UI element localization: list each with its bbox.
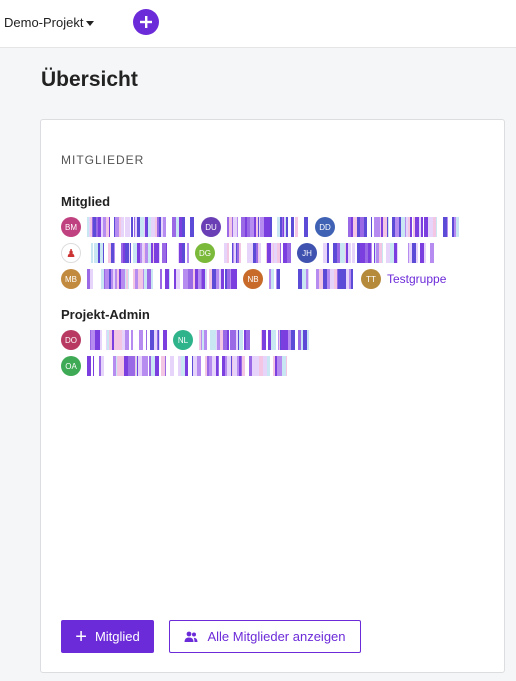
member-row: MB NB TT Testgruppe — [61, 268, 446, 290]
role-title-mitglied: Mitglied — [61, 194, 111, 209]
redacted-name[interactable] — [323, 243, 435, 263]
plus-icon — [140, 16, 152, 28]
avatar: BM — [61, 217, 81, 237]
redacted-name[interactable] — [87, 269, 237, 289]
members-card: MITGLIEDER Mitglied BM DU DD ♟ DG JH MB … — [40, 119, 505, 673]
avatar: DG — [195, 243, 215, 263]
avatar: NL — [173, 330, 193, 350]
member-row: ♟ DG JH — [61, 242, 441, 264]
member-row: BM DU DD — [61, 216, 465, 238]
redacted-name[interactable] — [227, 217, 309, 237]
avatar: DU — [201, 217, 221, 237]
user-photo-icon: ♟ — [61, 243, 81, 263]
add-member-button[interactable]: + Mitglied — [61, 620, 154, 653]
avatar: OA — [61, 356, 81, 376]
users-icon — [184, 631, 198, 642]
page-title: Übersicht — [41, 68, 138, 91]
redacted-name[interactable] — [87, 243, 189, 263]
avatar: MB — [61, 269, 81, 289]
top-bar: Demo-Projekt — [0, 0, 516, 48]
redacted-name[interactable] — [87, 330, 167, 350]
add-member-label: Mitglied — [94, 629, 140, 644]
avatar: JH — [297, 243, 317, 263]
avatar: DD — [315, 217, 335, 237]
project-switcher[interactable]: Demo-Projekt — [4, 15, 95, 30]
redacted-name[interactable] — [87, 217, 195, 237]
redacted-name[interactable] — [269, 269, 355, 289]
plus-icon: + — [75, 625, 87, 648]
redacted-name[interactable] — [87, 356, 287, 376]
member-row: OA — [61, 355, 293, 377]
show-all-members-button[interactable]: Alle Mitglieder anzeigen — [169, 620, 361, 653]
member-row: DO NL — [61, 329, 315, 351]
group-link-testgruppe[interactable]: Testgruppe — [387, 272, 446, 286]
add-button[interactable] — [133, 9, 159, 35]
avatar: NB — [243, 269, 263, 289]
caret-down-icon — [86, 20, 95, 26]
redacted-name[interactable] — [341, 217, 459, 237]
project-name: Demo-Projekt — [4, 15, 84, 30]
show-all-label: Alle Mitglieder anzeigen — [207, 629, 346, 644]
section-label: MITGLIEDER — [61, 153, 145, 167]
avatar: DO — [61, 330, 81, 350]
role-title-projekt-admin: Projekt-Admin — [61, 307, 150, 322]
redacted-name[interactable] — [221, 243, 291, 263]
redacted-name[interactable] — [199, 330, 309, 350]
avatar: TT — [361, 269, 381, 289]
